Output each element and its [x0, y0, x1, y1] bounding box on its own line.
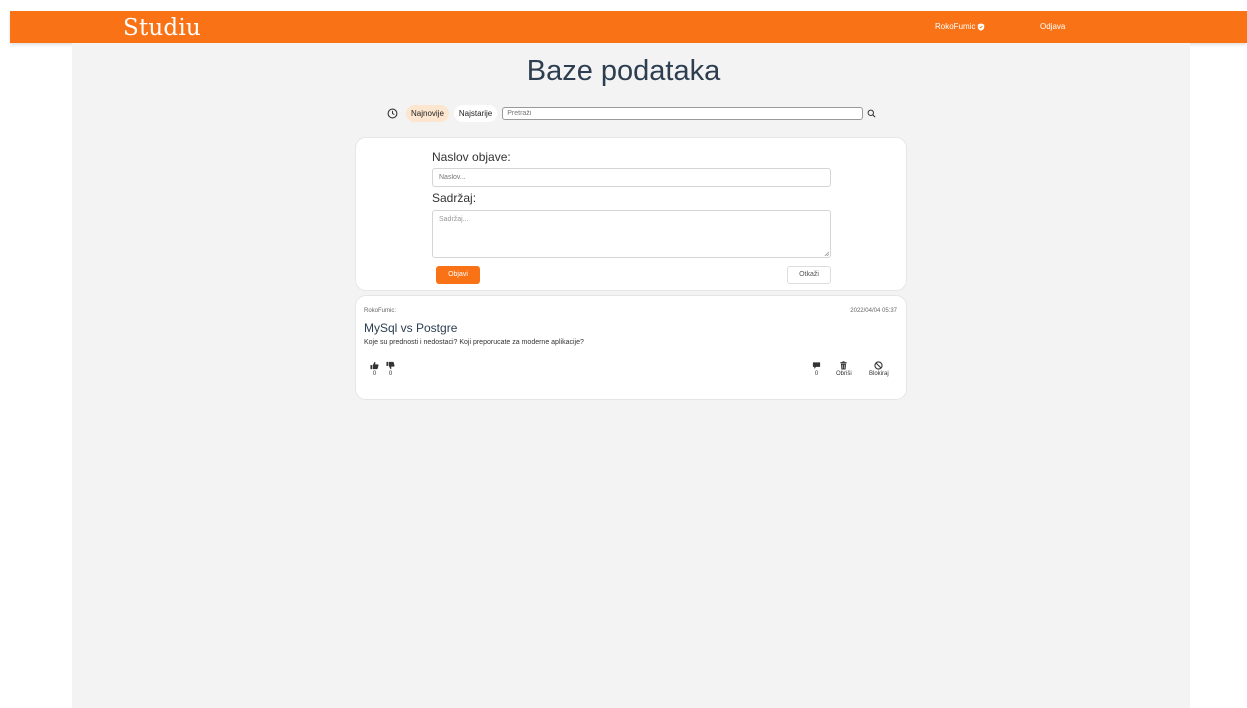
clock-icon — [387, 108, 398, 118]
resize-handle-icon[interactable] — [824, 251, 829, 256]
title-label: Naslov objave: — [432, 150, 511, 164]
shield-icon — [978, 22, 985, 31]
search-icon[interactable] — [867, 109, 876, 118]
trash-icon — [840, 361, 847, 370]
block-icon — [874, 361, 883, 370]
page-title: Baze podataka — [526, 55, 721, 87]
dislike-button[interactable]: 0 — [386, 361, 395, 377]
block-label: Blokiraj — [869, 371, 889, 377]
post-title[interactable]: MySql vs Postgre — [364, 321, 457, 335]
block-button[interactable]: Blokiraj — [869, 361, 889, 377]
like-button[interactable]: 0 — [370, 361, 379, 377]
app-logo[interactable]: Studiu — [123, 15, 201, 41]
username: RokoFumic — [935, 22, 976, 31]
comments-button[interactable]: 0 — [812, 361, 821, 377]
content-textarea[interactable]: Sadržaj... — [432, 210, 831, 258]
search-input[interactable] — [502, 106, 864, 120]
top-navbar: Studiu RokoFumic Odjava — [10, 11, 1247, 43]
comments-count: 0 — [814, 371, 819, 377]
delete-label: Obriši — [836, 371, 852, 377]
logout-link[interactable]: Odjava — [1040, 22, 1065, 31]
cancel-button[interactable]: Otkaži — [787, 266, 831, 284]
thumbs-up-icon — [370, 361, 379, 370]
user-profile-link[interactable]: RokoFumic — [935, 22, 985, 31]
post-body: Koje su prednosti i nedostaci? Koji prep… — [364, 339, 584, 346]
filter-bar: Najnovije Najstarije — [387, 104, 876, 122]
title-input[interactable] — [432, 168, 831, 187]
comment-icon — [812, 362, 821, 369]
sort-oldest-button[interactable]: Najstarije — [453, 104, 498, 122]
post-date: 2022/04/04 05:37 — [850, 308, 897, 314]
likes-count: 0 — [372, 371, 377, 377]
new-post-form: Naslov objave: Sadržaj: Sadržaj... Objav… — [355, 137, 907, 291]
post-author: RokoFumic: — [364, 308, 397, 314]
publish-button[interactable]: Objavi — [436, 266, 480, 284]
content-placeholder: Sadržaj... — [439, 216, 469, 223]
sort-newest-button[interactable]: Najnovije — [406, 104, 449, 122]
delete-button[interactable]: Obriši — [836, 361, 852, 377]
content-label: Sadržaj: — [432, 191, 477, 205]
post-card: RokoFumic: 2022/04/04 05:37 MySql vs Pos… — [355, 295, 907, 400]
thumbs-down-icon — [386, 361, 395, 370]
dislikes-count: 0 — [388, 371, 393, 377]
